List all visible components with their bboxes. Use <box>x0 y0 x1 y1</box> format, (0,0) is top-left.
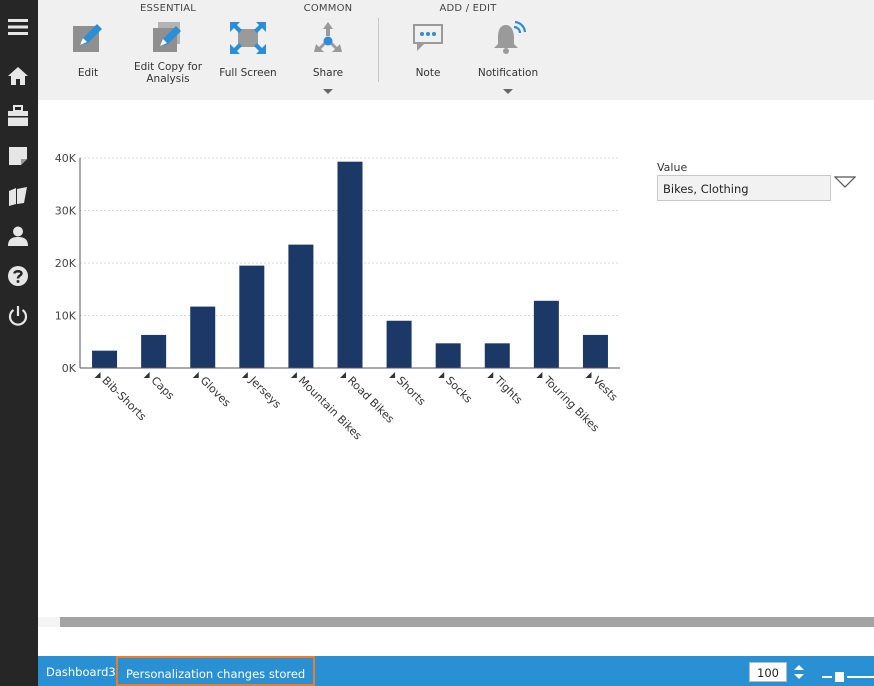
y-tick-label: 10K <box>55 310 77 323</box>
home-icon[interactable] <box>5 63 31 89</box>
bar[interactable] <box>92 350 118 368</box>
group-label-add-edit: ADD / EDIT <box>439 3 497 14</box>
notification-label: Notification <box>477 67 539 79</box>
bar[interactable] <box>533 300 559 368</box>
zoom-spinner-icon[interactable] <box>793 662 805 682</box>
menu-icon[interactable] <box>5 14 31 40</box>
bar[interactable] <box>141 334 167 368</box>
full-screen-icon <box>228 18 268 58</box>
drilldown-triangle-icon[interactable] <box>585 372 592 378</box>
horizontal-scrollbar-thumb[interactable] <box>60 617 874 627</box>
notification-dropdown-arrow-icon[interactable] <box>503 89 513 94</box>
briefcase-icon[interactable] <box>5 103 31 129</box>
power-icon[interactable] <box>5 303 31 329</box>
toolbar-separator <box>378 18 379 82</box>
x-category-label[interactable]: Caps <box>149 374 178 403</box>
note-button[interactable]: Note <box>388 16 468 96</box>
drilldown-triangle-icon[interactable] <box>143 372 150 378</box>
full-screen-button[interactable]: Full Screen <box>208 16 288 96</box>
bar[interactable] <box>288 244 314 368</box>
x-category-label[interactable]: Shorts <box>394 374 428 408</box>
help-icon[interactable] <box>5 263 31 289</box>
status-message: Personalization changes stored <box>116 656 316 686</box>
y-tick-label: 0K <box>62 362 77 375</box>
zoom-input[interactable]: 100 <box>749 662 787 682</box>
bell-icon <box>488 18 528 58</box>
filter-value-dropdown[interactable]: Bikes, Clothing <box>657 175 831 201</box>
y-tick-label: 30K <box>55 205 77 218</box>
note-comment-icon <box>408 18 448 58</box>
x-category-label[interactable]: Bib-Shorts <box>99 374 149 424</box>
notification-button[interactable]: Notification <box>468 16 548 96</box>
share-button[interactable]: Share <box>288 16 368 96</box>
dashboard-tab[interactable]: Dashboard3 <box>46 665 116 679</box>
share-label: Share <box>312 67 344 79</box>
drilldown-triangle-icon[interactable] <box>340 372 346 378</box>
x-category-label[interactable]: Tights <box>491 373 525 407</box>
x-category-label[interactable]: Vests <box>590 374 620 404</box>
note-icon[interactable] <box>5 143 31 169</box>
bar[interactable] <box>239 265 265 368</box>
bar[interactable] <box>337 161 363 368</box>
edit-copy-label: Edit Copy for Analysis <box>133 61 203 85</box>
edit-copy-icon <box>148 18 188 58</box>
edit-icon <box>68 18 108 58</box>
group-label-common: COMMON <box>303 3 353 14</box>
y-tick-label: 20K <box>55 257 77 270</box>
drilldown-triangle-icon[interactable] <box>438 372 445 378</box>
left-nav <box>0 0 38 686</box>
note-label: Note <box>415 67 441 79</box>
bar[interactable] <box>582 334 608 368</box>
bar[interactable] <box>386 320 412 368</box>
drilldown-triangle-icon[interactable] <box>94 372 101 378</box>
x-category-label[interactable]: Road Bikes <box>345 374 397 426</box>
drilldown-triangle-icon[interactable] <box>241 372 248 378</box>
group-label-essential: ESSENTIAL <box>139 3 197 14</box>
drilldown-triangle-icon[interactable] <box>389 372 396 378</box>
edit-label: Edit <box>77 67 99 79</box>
bar[interactable] <box>484 343 510 368</box>
drilldown-triangle-icon[interactable] <box>487 372 494 378</box>
y-tick-label: 40K <box>55 152 77 165</box>
user-icon[interactable] <box>5 223 31 249</box>
x-category-label[interactable]: Gloves <box>198 374 234 410</box>
share-dropdown-arrow-icon[interactable] <box>323 89 333 94</box>
zoom-slider[interactable] <box>822 667 874 682</box>
x-category-label[interactable]: Jerseys <box>246 373 284 411</box>
share-icon <box>308 18 348 58</box>
drilldown-triangle-icon[interactable] <box>290 372 297 378</box>
bar[interactable] <box>435 343 461 368</box>
drilldown-triangle-icon[interactable] <box>536 372 543 378</box>
folder-open-icon[interactable] <box>5 183 31 209</box>
drilldown-triangle-icon[interactable] <box>192 372 199 378</box>
filter-label: Value <box>657 161 688 174</box>
edit-button[interactable]: Edit <box>48 16 128 96</box>
bar[interactable] <box>190 306 216 368</box>
edit-copy-button[interactable]: Edit Copy for Analysis <box>128 16 208 96</box>
status-bar: Dashboard3 Personalization changes store… <box>38 656 874 686</box>
toolbar: ESSENTIAL COMMON ADD / EDIT Edit Edit Co… <box>38 0 874 100</box>
filter-funnel-icon[interactable] <box>833 174 857 193</box>
bar-chart: 0K 10K 20K 30K 40K Bib-Shorts Caps Gloves Jerse… <box>55 152 621 443</box>
x-category-label[interactable]: Socks <box>443 374 475 406</box>
full-screen-label: Full Screen <box>219 67 277 79</box>
